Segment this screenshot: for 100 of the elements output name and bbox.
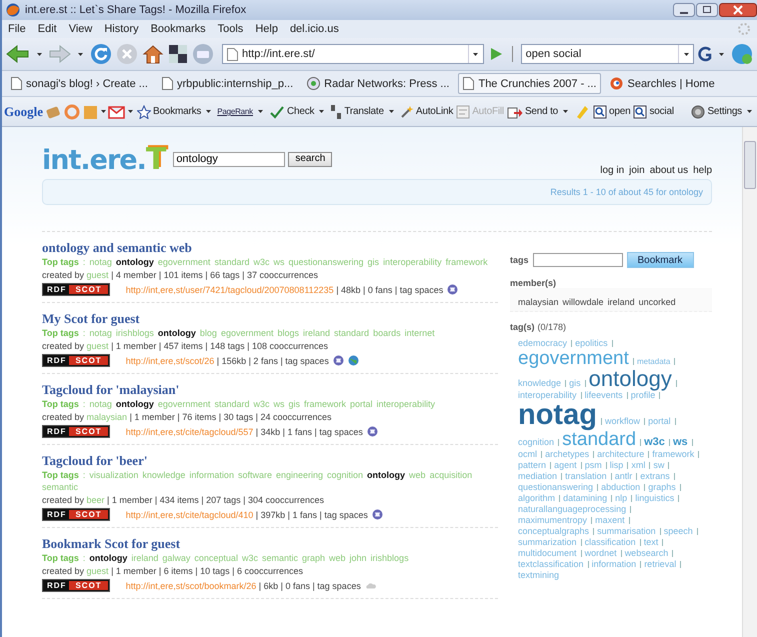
creator-link[interactable]: guest — [86, 341, 109, 351]
toolbar-button[interactable]: Settings — [691, 104, 755, 118]
menu-item[interactable]: History — [104, 23, 139, 35]
result-title[interactable]: My Scot for guest — [42, 311, 498, 327]
cloud-tag[interactable]: conceptualgraphs — [518, 526, 590, 536]
tag-link[interactable]: irishblogs — [116, 327, 154, 339]
cloud-tag[interactable]: multidocument — [518, 548, 577, 558]
tag-link[interactable]: ontology — [89, 552, 128, 564]
bookmark-item[interactable]: yrbpublic:internship_p... — [156, 73, 298, 94]
rdf-scot-badge[interactable]: RDF SCOT — [42, 354, 110, 367]
cloud-tag[interactable]: lifeevents — [584, 390, 623, 400]
cloud-tag[interactable]: cognition — [518, 437, 554, 447]
cloud-tag[interactable]: antlr — [614, 471, 632, 481]
tag-link[interactable]: acquisition — [430, 469, 472, 481]
tag-link[interactable]: ireland — [303, 327, 330, 339]
cloud-tag[interactable]: architecture — [597, 449, 644, 459]
caret-icon[interactable] — [684, 52, 688, 56]
minimize-icon[interactable] — [673, 3, 695, 17]
cloud-tag[interactable]: mediation — [518, 471, 558, 481]
globe-icon[interactable] — [372, 509, 383, 520]
result-url-link[interactable]: http://int,ere,st/scot/bookmark/26 — [126, 580, 256, 590]
tag-link[interactable]: web — [329, 552, 346, 564]
globe-icon[interactable] — [447, 284, 458, 295]
home-icon[interactable] — [142, 44, 164, 64]
tag-link[interactable]: irishblogs — [370, 552, 409, 564]
cloud-tag[interactable]: edemocracy — [518, 338, 568, 348]
bookmark-item[interactable]: Radar Networks: Press ... — [302, 73, 454, 94]
tag-link[interactable]: egovernment — [158, 398, 210, 410]
toolbar-button[interactable]: Translate — [330, 104, 397, 120]
cloud-tag[interactable]: metadata — [636, 357, 670, 366]
creator-link[interactable]: guest — [86, 566, 109, 576]
cloud-tag[interactable]: workflow — [605, 416, 640, 426]
address-field[interactable]: http://int.ere.st/ — [222, 44, 484, 64]
cloud-tag[interactable]: agent — [554, 460, 577, 470]
result-title[interactable]: ontology and semantic web — [42, 240, 498, 256]
nav-link[interactable]: about us — [650, 165, 688, 176]
tag-link[interactable]: graph — [302, 552, 326, 564]
tag-link[interactable]: framework — [446, 256, 488, 268]
creator-link[interactable]: guest — [86, 270, 109, 280]
rdf-scot-badge[interactable]: RDF SCOT — [42, 579, 110, 592]
scrollbar[interactable] — [742, 127, 757, 637]
cloud-tag[interactable]: linguistics — [635, 493, 674, 503]
cloud-tag[interactable]: interoperability — [518, 390, 577, 400]
cloud-tag[interactable]: notag — [518, 401, 597, 430]
cloud-tag[interactable]: gis — [569, 378, 581, 388]
globe-icon[interactable] — [332, 355, 344, 366]
tag-link[interactable]: boards — [373, 327, 401, 339]
grid-icon[interactable] — [168, 44, 188, 64]
result-title[interactable]: Bookmark Scot for guest — [42, 536, 498, 552]
cloud-tag[interactable]: textmining — [518, 570, 560, 580]
cloud-tag[interactable]: pattern — [518, 460, 546, 470]
menu-item[interactable]: Edit — [38, 23, 57, 35]
site-logo[interactable]: int.ere.T — [42, 142, 166, 176]
cloud-tag[interactable]: speech — [664, 526, 693, 536]
toolbar-icons-drawing[interactable] — [46, 104, 134, 120]
search-field[interactable]: ontology — [173, 152, 286, 166]
tag-link[interactable]: gis — [288, 398, 300, 410]
menu-item[interactable]: File — [8, 23, 26, 35]
tag-link[interactable]: blog — [200, 327, 217, 339]
maximize-icon[interactable] — [696, 3, 718, 17]
cloud-tag[interactable]: ontology — [588, 368, 672, 390]
reload-icon[interactable] — [90, 43, 112, 65]
cloud-tag[interactable]: summarisation — [597, 526, 656, 536]
menu-item[interactable]: Help — [255, 23, 278, 35]
cloud-tag[interactable]: nlp — [615, 493, 628, 503]
tag-link[interactable]: ontology — [116, 398, 154, 410]
tag-link[interactable]: egovernment — [220, 327, 274, 339]
cloud-tag[interactable]: datamining — [563, 493, 608, 503]
member-link[interactable]: willowdale — [562, 297, 604, 307]
cloud-tag[interactable]: framework — [652, 449, 694, 459]
tag-link[interactable]: semantic — [42, 481, 78, 493]
tag-link[interactable]: questionanswering — [288, 256, 364, 268]
rdf-scot-badge[interactable]: RDF SCOT — [42, 283, 110, 296]
cloud-tag[interactable]: naturallanguageprocessing — [518, 504, 626, 514]
result-url-link[interactable]: http://int,ere,st/cite/tagcloud/410 — [126, 510, 254, 520]
tag-link[interactable]: galway — [162, 552, 190, 564]
tag-link[interactable]: notag — [89, 256, 112, 268]
tag-link[interactable]: blogs — [277, 327, 299, 339]
cloud-tag[interactable]: ws — [672, 437, 688, 448]
tag-link[interactable]: ontology — [367, 469, 406, 481]
tag-link[interactable]: ws — [273, 256, 284, 268]
menu-item[interactable]: Bookmarks — [150, 23, 206, 35]
tag-link[interactable]: notag — [89, 327, 112, 339]
tag-link[interactable]: visualization — [89, 469, 138, 481]
tag-link[interactable]: cognition — [327, 469, 364, 481]
result-title[interactable]: Tagcloud for 'beer' — [42, 453, 498, 469]
rdf-scot-badge[interactable]: RDF SCOT — [42, 425, 110, 438]
caret-icon[interactable] — [37, 52, 42, 56]
result-url-link[interactable]: http://int,ere,st/scot/26 — [126, 356, 214, 366]
cloud-tag[interactable]: maxent — [595, 515, 625, 525]
menu-item[interactable]: Tools — [218, 23, 244, 35]
toolbar-button[interactable]: social — [633, 104, 674, 118]
cloud-tag[interactable]: maximumentropy — [518, 515, 588, 525]
cloud-tag[interactable]: standard — [562, 430, 636, 449]
result-url-link[interactable]: http://int,ere,st/cite/tagcloud/557 — [126, 426, 254, 436]
cloud-tag[interactable]: graphs — [648, 482, 676, 492]
close-icon[interactable] — [719, 3, 757, 17]
google-logo[interactable]: Google — [4, 104, 43, 120]
nav-link[interactable]: join — [629, 165, 645, 176]
tag-link[interactable]: standard — [334, 327, 370, 339]
